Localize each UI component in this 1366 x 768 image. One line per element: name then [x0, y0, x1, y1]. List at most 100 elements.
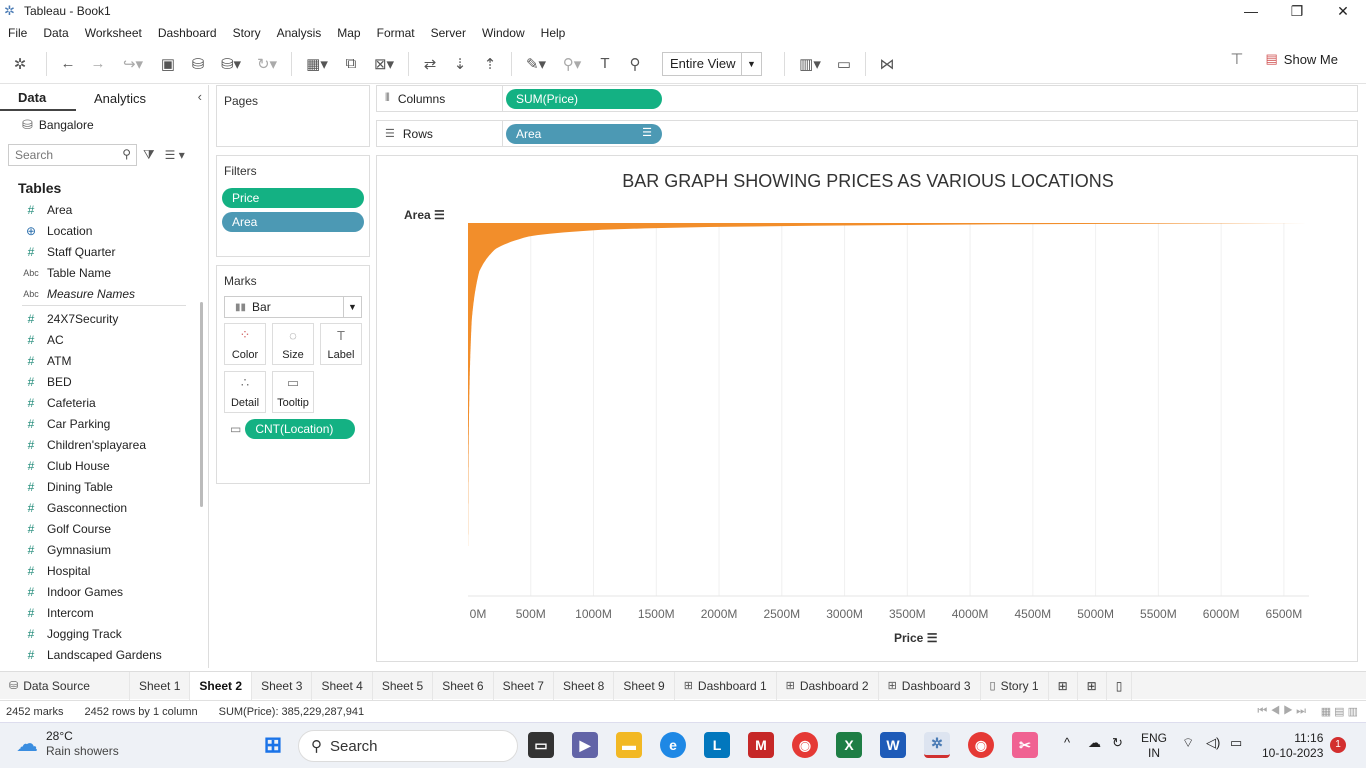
refresh-icon[interactable]: ↻▾ [249, 50, 285, 78]
new-datasource-icon[interactable]: ⛁ [183, 50, 213, 78]
onedrive-icon[interactable]: ☁ [1088, 735, 1101, 750]
view-options-icon[interactable]: ☰ ▾ [165, 148, 185, 162]
sheet-nav-icon[interactable]: ⏮ ◀ ▶ ⏭ [1257, 705, 1306, 718]
menu-dashboard[interactable]: Dashboard [158, 26, 217, 40]
tab-sheet[interactable]: Sheet 3 [252, 671, 313, 700]
field-item[interactable]: # Gymnasium [0, 539, 208, 560]
tableau-taskbar-icon[interactable]: ✲ [924, 732, 950, 758]
file-explorer-icon[interactable]: ▬ [616, 732, 642, 758]
swap-rows-columns-icon[interactable]: ⇄ [415, 50, 445, 78]
tab-dashboard[interactable]: ⊞ Dashboard 3 [879, 671, 981, 700]
tab-story-1[interactable]: ▯ Story 1 [981, 671, 1049, 700]
presentation-mode-icon[interactable]: ▭ [829, 50, 859, 78]
menu-story[interactable]: Story [233, 26, 261, 40]
tab-data-source[interactable]: ⛁ Data Source [0, 671, 130, 700]
filters-card[interactable]: Filters Price Area [216, 155, 370, 257]
notification-badge[interactable]: 1 [1330, 737, 1346, 753]
chrome-profile-icon[interactable]: ◉ [968, 732, 994, 758]
sort-descending-icon[interactable]: ⇡ [475, 50, 505, 78]
field-item[interactable]: # AC [0, 329, 208, 350]
taskbar-search[interactable]: ⚲ Search [298, 730, 518, 762]
group-members-icon[interactable]: ⚲▾ [554, 50, 590, 78]
new-dashboard-tab-icon[interactable]: ⊞ [1078, 671, 1107, 700]
color-button[interactable]: ⁘ Color [224, 323, 266, 365]
tab-dashboard[interactable]: ⊞ Dashboard 2 [777, 671, 879, 700]
chrome-icon[interactable]: ◉ [792, 732, 818, 758]
wifi-icon[interactable]: ⌔ [1182, 735, 1194, 750]
size-button[interactable]: ◌ Size [272, 323, 314, 365]
replay-icon[interactable]: ↪▾ [113, 50, 153, 78]
clear-sheet-icon[interactable]: ⊠▾ [366, 50, 402, 78]
show-me-button[interactable]: ⊤ ▤ Show Me [1230, 50, 1338, 68]
detail-button[interactable]: ∴ Detail [224, 371, 266, 413]
sync-icon[interactable]: ↻ [1112, 735, 1123, 750]
redo-icon[interactable]: → [83, 50, 113, 78]
task-view-icon[interactable]: ▭ [528, 732, 554, 758]
field-item[interactable]: Abc Table Name [0, 262, 208, 283]
tab-sheet[interactable]: Sheet 1 [130, 671, 191, 700]
minimize-button[interactable]: — [1228, 0, 1274, 22]
tab-sheet[interactable]: Sheet 2 [190, 671, 253, 700]
new-worksheet-icon[interactable]: ▦▾ [298, 50, 336, 78]
pause-updates-icon[interactable]: ⛁▾ [213, 50, 249, 78]
show-cards-icon[interactable]: ▥▾ [791, 50, 829, 78]
field-item[interactable]: # Indoor Games [0, 581, 208, 602]
tab-sheet[interactable]: Sheet 9 [614, 671, 675, 700]
menu-data[interactable]: Data [43, 26, 68, 40]
menu-server[interactable]: Server [431, 26, 466, 40]
duplicate-sheet-icon[interactable]: ⧉ [336, 50, 366, 78]
rows-pill-area[interactable]: Area ☰ [506, 123, 662, 144]
save-icon[interactable]: ▣ [153, 50, 183, 78]
filter-pill-price[interactable]: Price [222, 188, 364, 208]
windows-start-icon[interactable]: ⊞ [260, 732, 286, 758]
new-story-tab-icon[interactable]: ▯ [1107, 671, 1133, 700]
pages-card[interactable]: Pages [216, 85, 370, 147]
mcafee-icon[interactable]: M [748, 732, 774, 758]
field-item[interactable]: # Club House [0, 455, 208, 476]
search-input[interactable]: Search ⚲ [8, 144, 137, 166]
fix-axes-icon[interactable]: ⚲ [620, 50, 650, 78]
teams-icon[interactable]: ▶ [572, 732, 598, 758]
tab-sheet[interactable]: Sheet 8 [554, 671, 615, 700]
rows-shelf[interactable]: ☰ Rows Area ☰ [376, 120, 1358, 147]
field-item[interactable]: # Gasconnection [0, 497, 208, 518]
tab-sheet[interactable]: Sheet 4 [312, 671, 373, 700]
field-item[interactable]: # Landscaped Gardens [0, 644, 208, 665]
field-item[interactable]: # BED [0, 371, 208, 392]
field-item[interactable]: # Dining Table [0, 476, 208, 497]
highlight-icon[interactable]: ✎▾ [518, 50, 554, 78]
menu-format[interactable]: Format [377, 26, 415, 40]
snipping-tool-icon[interactable]: ✂ [1012, 732, 1038, 758]
field-item[interactable]: # Hospital [0, 560, 208, 581]
x-axis-title[interactable]: Price ☰ [894, 631, 937, 645]
field-item[interactable]: Abc Measure Names [0, 283, 208, 304]
datasource-item[interactable]: ⛁ Bangalore [0, 111, 208, 139]
tray-overflow-icon[interactable]: ^ [1064, 735, 1070, 750]
show-mark-labels-icon[interactable]: T [590, 50, 620, 78]
tab-sheet[interactable]: Sheet 5 [373, 671, 434, 700]
scrollbar[interactable] [200, 302, 203, 507]
filter-icon[interactable]: ⧩ [143, 147, 155, 163]
excel-icon[interactable]: X [836, 732, 862, 758]
clock[interactable]: 11:16 10-10-2023 [1262, 731, 1323, 761]
field-item[interactable]: # Cafeteria [0, 392, 208, 413]
tab-sheet[interactable]: Sheet 7 [494, 671, 554, 700]
tooltip-button[interactable]: ▭ Tooltip [272, 371, 314, 413]
field-item[interactable]: #24X7Security [0, 308, 208, 329]
pin-icon[interactable]: ⊤ [1230, 50, 1243, 68]
field-item[interactable]: # Intercom [0, 602, 208, 623]
field-item[interactable]: # Golf Course [0, 518, 208, 539]
undo-icon[interactable]: ← [53, 50, 83, 78]
close-button[interactable]: ✕ [1320, 0, 1366, 22]
edge-icon[interactable]: e [660, 732, 686, 758]
menu-file[interactable]: File [8, 26, 27, 40]
collapse-pane-icon[interactable]: ‹ [198, 89, 202, 104]
menu-window[interactable]: Window [482, 26, 525, 40]
restore-button[interactable]: ❐ [1274, 0, 1320, 22]
tab-analytics[interactable]: Analytics [76, 85, 152, 111]
field-item[interactable]: # Car Parking [0, 413, 208, 434]
fit-dropdown[interactable]: Entire View ▼ [662, 51, 762, 76]
menu-map[interactable]: Map [337, 26, 360, 40]
field-item[interactable]: # Children'splayarea [0, 434, 208, 455]
columns-pill-sum-price[interactable]: SUM(Price) [506, 88, 662, 109]
